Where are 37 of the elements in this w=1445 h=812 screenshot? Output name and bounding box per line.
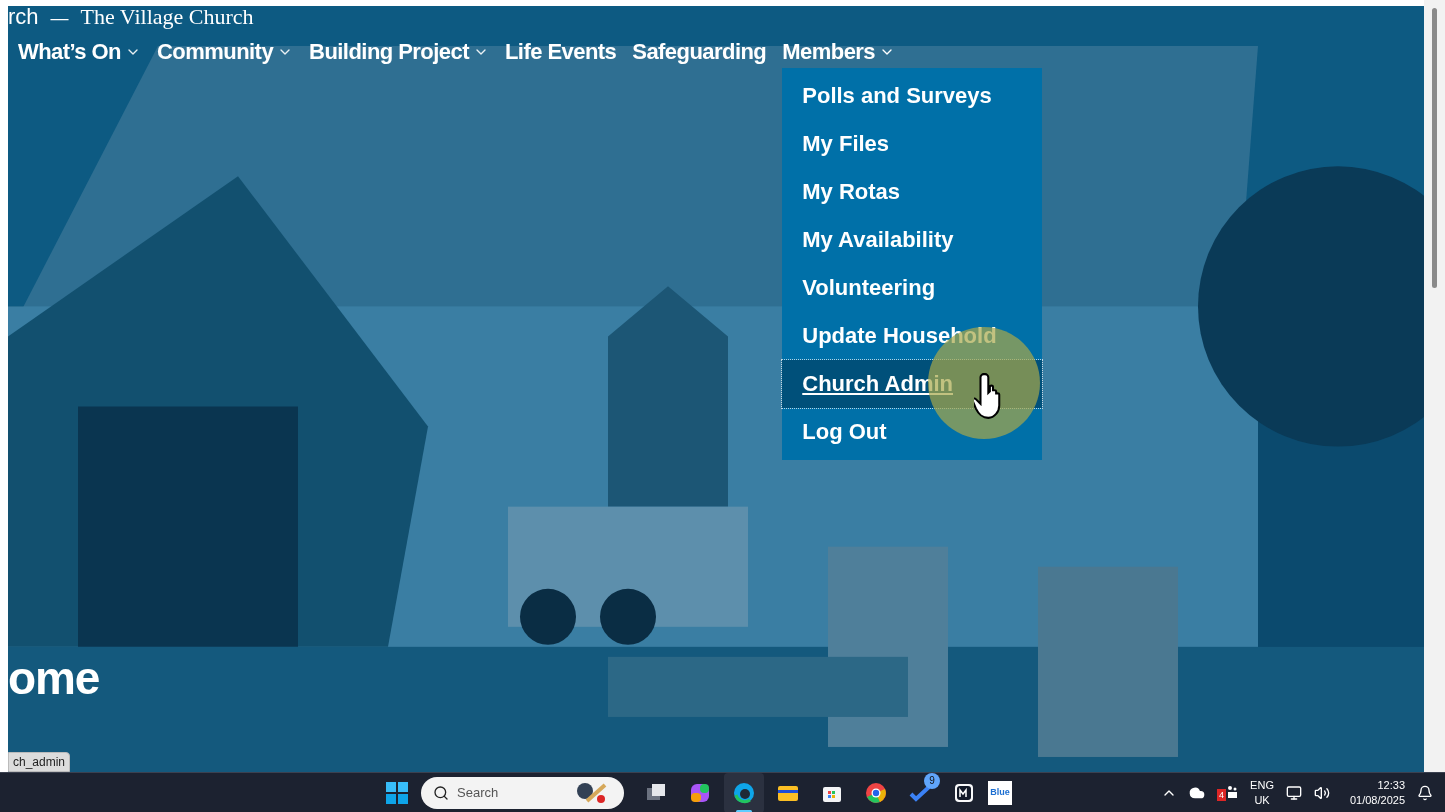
notification-badge: 4	[1217, 788, 1227, 801]
network-icon[interactable]	[1285, 784, 1302, 801]
cricket-icon	[575, 780, 608, 805]
site-tagline: The Village Church	[80, 6, 254, 31]
nav-link[interactable]: Life Events	[504, 35, 617, 68]
menu-item[interactable]: My Rotas	[782, 168, 1043, 216]
search-field[interactable]: Search	[457, 782, 568, 803]
search-icon	[433, 784, 450, 801]
nav-link[interactable]: Community	[157, 35, 294, 68]
clock-date[interactable]: 01/08/2025	[1349, 792, 1405, 808]
notifications-bell-icon[interactable]	[1417, 784, 1433, 801]
menu-item[interactable]: Polls and Surveys	[782, 72, 1043, 120]
volume-icon[interactable]	[1313, 784, 1330, 801]
nav-link[interactable]: Members	[782, 35, 895, 68]
hero-heading: ome	[8, 651, 100, 706]
teams-icon[interactable]	[1226, 784, 1239, 801]
region-indicator[interactable]: UK	[1254, 792, 1270, 808]
menu-item[interactable]: My Availability	[782, 216, 1043, 264]
menu-item[interactable]: Update Household	[782, 312, 1043, 360]
notification-badge: 9	[924, 772, 941, 789]
active-indicator	[736, 809, 753, 812]
menu-item[interactable]: Volunteering	[782, 264, 1043, 312]
clock-time[interactable]: 12:33	[1377, 777, 1405, 793]
separator: —	[50, 7, 69, 30]
language-indicator[interactable]: ENG	[1250, 777, 1274, 793]
status-url: ch_admin	[8, 752, 71, 772]
windows-start-icon[interactable]	[385, 780, 410, 805]
menu-item[interactable]: My Files	[782, 120, 1043, 168]
scrollbar[interactable]	[1424, 0, 1445, 772]
site-name[interactable]: rch	[8, 6, 39, 33]
menu-item[interactable]: Log Out	[782, 408, 1043, 456]
nav-link[interactable]: Building Project	[309, 35, 489, 68]
search-box[interactable]: Search	[421, 776, 625, 809]
taskbar-app-button[interactable]: Blue	[988, 780, 1013, 805]
nav-link[interactable]: Safeguarding	[632, 35, 767, 68]
edge-app-icon[interactable]	[724, 772, 765, 812]
nav-link[interactable]: What’s On	[18, 35, 141, 68]
